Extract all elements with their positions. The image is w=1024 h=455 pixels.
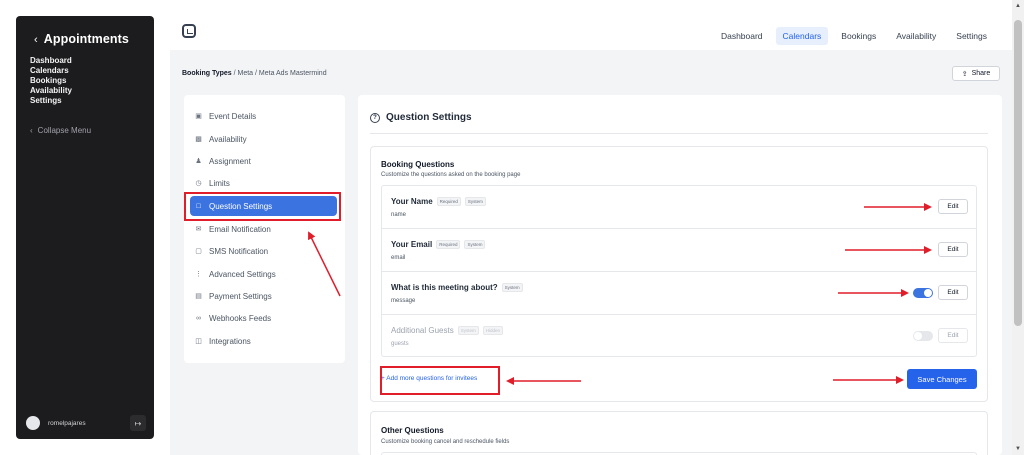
scroll-up-icon[interactable]: ▲ [1012,0,1024,12]
user-profile[interactable]: romelpajares ↦ [26,415,146,431]
divider [370,133,988,134]
logout-icon[interactable]: ↦ [130,415,146,431]
booking-questions-section: Booking Questions Customize the question… [370,146,988,402]
edit-button[interactable]: Edit [938,285,968,300]
breadcrumb: Booking Types / Meta / Meta Ads Mastermi… [182,70,327,77]
sidebar-item-dashboard[interactable]: Dashboard [30,56,72,66]
tab-availability[interactable]: Availability [889,27,943,45]
sidebar-nav: Dashboard Calendars Bookings Availabilit… [30,56,72,106]
edit-button[interactable]: Edit [938,242,968,257]
question-label: Additional Guests System Hidden [391,326,503,335]
menu-item-payment-settings[interactable]: ▤ Payment Settings [194,287,339,305]
scrollbar-thumb[interactable] [1014,20,1022,326]
tab-settings[interactable]: Settings [949,27,994,45]
hidden-badge: Hidden [482,326,503,335]
menu-item-email-notification[interactable]: ✉ Email Notification [194,220,339,238]
edit-button[interactable]: Edit [938,328,968,343]
message-icon: ▢ [195,248,202,255]
chevron-left-icon: ‹ [30,126,33,135]
question-key: message [391,298,416,304]
card-icon: ▤ [195,293,202,300]
clock-icon: ◷ [195,180,202,187]
menu-item-assignment[interactable]: ♟ Assignment [194,152,339,170]
share-button[interactable]: ⇪ Share [952,66,1000,81]
top-bar: Dashboard Calendars Bookings Availabilit… [170,0,1012,50]
section-title: Booking Questions [381,160,455,169]
scroll-down-icon[interactable]: ▼ [1012,443,1024,455]
question-label: Your Name Required System [391,197,486,206]
required-badge: Required [436,240,461,249]
section-subtitle: Customize the questions asked on the boo… [381,172,521,178]
mail-icon: ✉ [195,226,202,233]
breadcrumb-row: Booking Types / Meta / Meta Ads Mastermi… [170,50,1012,95]
question-icon: ? [370,112,380,123]
tab-dashboard[interactable]: Dashboard [714,27,770,45]
sidebar-title[interactable]: ‹ Appointments [34,32,129,46]
enable-toggle[interactable] [913,331,933,341]
puzzle-icon: ◫ [195,338,202,345]
breadcrumb-rest: / Meta / Meta Ads Mastermind [233,70,327,77]
section-subtitle: Customize booking cancel and reschedule … [381,439,510,445]
edit-button[interactable]: Edit [938,199,968,214]
share-icon: ⇪ [961,70,968,78]
menu-item-question-settings[interactable]: □ Question Settings [190,196,337,216]
menu-item-limits[interactable]: ◷ Limits [194,174,339,192]
question-label: What is this meeting about? System [391,283,523,292]
top-nav: Dashboard Calendars Bookings Availabilit… [714,27,994,45]
app-logo-icon[interactable] [182,24,196,38]
question-settings-panel: ? Question Settings Booking Questions Cu… [358,95,1002,455]
question-key: name [391,212,407,218]
other-questions-section: Other Questions Customize booking cancel… [370,411,988,455]
menu-item-availability[interactable]: ▩ Availability [194,130,339,148]
question-icon: □ [196,202,201,210]
section-title: Other Questions [381,426,444,435]
menu-item-sms-notification[interactable]: ▢ SMS Notification [194,242,339,260]
menu-item-integrations[interactable]: ◫ Integrations [194,332,339,350]
chevron-left-icon: ‹ [34,34,38,46]
calendar-icon: ▩ [195,136,202,143]
menu-item-webhooks-feeds[interactable]: ∞ Webhooks Feeds [194,309,339,327]
collapse-menu-button[interactable]: ‹ Collapse Menu [30,126,96,135]
system-badge: System [501,283,523,292]
sidebar-item-availability[interactable]: Availability [30,86,72,96]
sidebar-item-calendars[interactable]: Calendars [30,66,72,76]
breadcrumb-root[interactable]: Booking Types [182,70,232,77]
file-icon: ▣ [195,113,202,120]
menu-item-advanced-settings[interactable]: ⋮ Advanced Settings [194,265,339,283]
system-badge: System [464,240,486,249]
sidebar-item-bookings[interactable]: Bookings [30,76,72,86]
question-row-email: Your Email Required System email Edit [382,229,976,272]
question-row-guests: Additional Guests System Hidden guests E… [382,315,976,358]
question-key: guests [391,341,409,347]
question-key: email [391,255,406,261]
page-title: ? Question Settings [370,112,472,123]
avatar[interactable] [26,416,40,430]
save-changes-button[interactable]: Save Changes [907,369,977,389]
users-icon: ♟ [195,158,202,165]
add-question-link[interactable]: + Add more questions for invitees [381,375,477,382]
enable-toggle[interactable] [913,288,933,298]
system-badge: System [464,197,486,206]
question-list: Your Name Required System name Edit Your… [381,185,977,357]
sidebar-item-settings[interactable]: Settings [30,96,72,106]
question-row-message: What is this meeting about? System messa… [382,272,976,315]
question-row-name: Your Name Required System name Edit [382,186,976,229]
main-area: Dashboard Calendars Bookings Availabilit… [170,0,1012,455]
app-sidebar: ‹ Appointments Dashboard Calendars Bookin… [16,16,154,439]
tab-bookings[interactable]: Bookings [834,27,883,45]
required-badge: Required [436,197,461,206]
username: romelpajares [48,419,86,427]
app-sidebar-area: ‹ Appointments Dashboard Calendars Bookin… [0,0,170,455]
sliders-icon: ⋮ [195,271,202,278]
tab-calendars[interactable]: Calendars [775,27,829,45]
menu-item-event-details[interactable]: ▣ Event Details [194,107,339,125]
system-badge: System [457,326,479,335]
link-icon: ∞ [196,314,201,322]
page-scrollbar[interactable]: ▲ ▼ [1012,0,1024,455]
settings-menu: ▣ Event Details ▩ Availability ♟ Assignment… [184,95,345,363]
question-label: Your Email Required System [391,240,486,249]
